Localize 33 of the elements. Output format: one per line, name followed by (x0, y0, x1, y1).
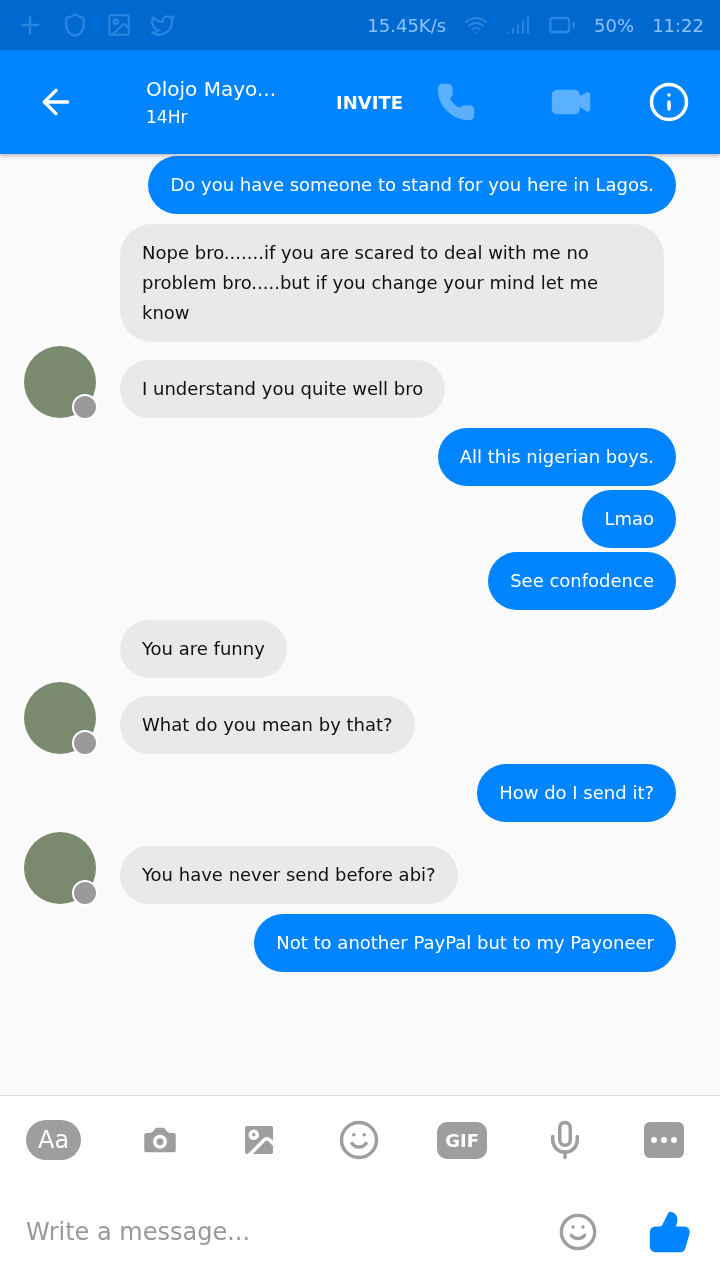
message-bubble: Do you have someone to stand for you here in Lagos. (148, 156, 676, 214)
image-icon (106, 12, 132, 38)
message-bubble: I understand you quite well bro (120, 360, 446, 418)
phone-button[interactable] (436, 82, 476, 122)
message-bubble: What do you mean by that? (120, 696, 415, 754)
invite-button[interactable]: INVITE (336, 91, 403, 113)
thumbs-up-button[interactable] (648, 1210, 692, 1254)
signal-icon (506, 13, 531, 37)
more-button[interactable] (644, 1122, 684, 1158)
battery-percent: 50% (594, 14, 635, 36)
contact-name: Olojo Mayo... (146, 77, 277, 101)
gif-button[interactable]: GIF (437, 1121, 487, 1159)
message-bubble: You have never send before abi? (120, 846, 458, 904)
shield-icon (62, 12, 88, 38)
smiley-icon[interactable] (337, 1119, 380, 1161)
bird-icon (150, 12, 176, 38)
message-bubble: All this nigerian boys. (437, 428, 676, 486)
text-style-button[interactable]: Aa (26, 1120, 82, 1160)
last-active: 14Hr (146, 107, 189, 127)
badge-icon (72, 880, 98, 906)
message-bubble: Not to another PayPal but to my Payoneer (254, 914, 676, 972)
message-field[interactable]: Write a message... (24, 1217, 538, 1247)
clock: 11:22 (652, 14, 704, 36)
stickers-icon[interactable] (558, 1212, 598, 1252)
info-button[interactable] (648, 81, 690, 123)
message-bubble: See confodence (488, 552, 676, 610)
message-bubble: How do I send it? (477, 764, 676, 822)
badge-icon (72, 394, 98, 420)
message-bubble: Nope bro.......if you are scared to deal with me no problem bro.....but if you change your mind let me know (120, 224, 664, 342)
message-bubble: You are funny (120, 620, 287, 678)
badge-icon (72, 730, 98, 756)
message-bubble: Lmao (582, 490, 676, 548)
network-speed: 15.45K/s (367, 14, 447, 36)
